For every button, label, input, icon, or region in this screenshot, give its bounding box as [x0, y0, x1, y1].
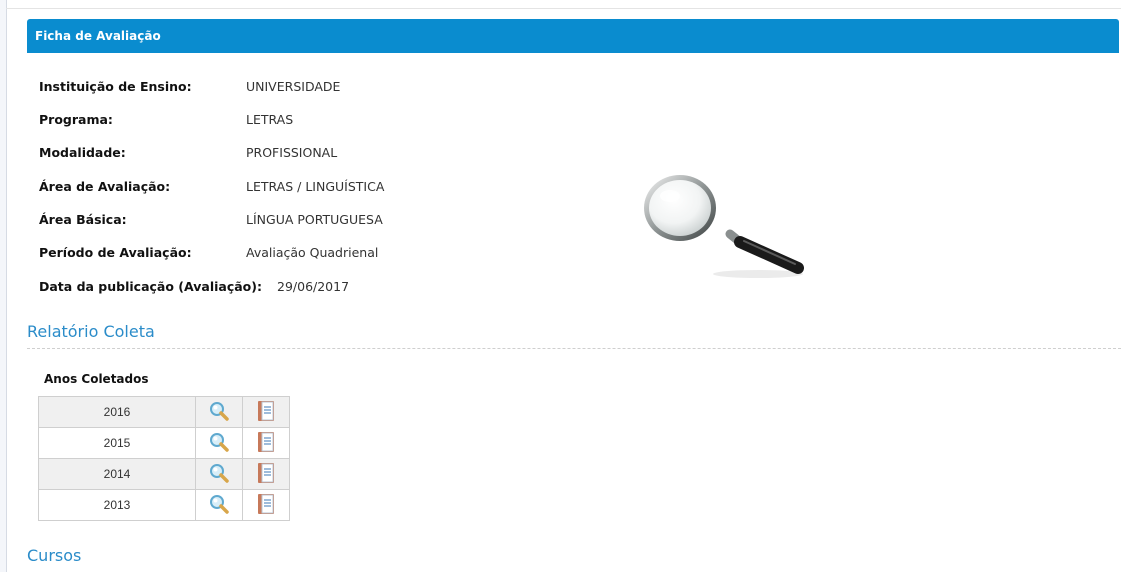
left-rail	[0, 0, 7, 572]
document-icon[interactable]	[258, 400, 274, 424]
table-row: 2014	[38, 458, 290, 490]
year-cell: 2013	[38, 489, 196, 521]
report-cell	[242, 489, 290, 521]
document-icon[interactable]	[258, 493, 274, 517]
year-cell: 2014	[38, 458, 196, 490]
view-cell	[195, 458, 243, 490]
info-label: Área Básica:	[39, 212, 127, 227]
document-icon[interactable]	[258, 462, 274, 486]
panel-header: Ficha de Avaliação	[27, 19, 1119, 53]
info-label: Modalidade:	[39, 145, 126, 160]
info-value: UNIVERSIDADE	[246, 79, 341, 94]
table-row: 2013	[38, 489, 290, 521]
info-value: LÍNGUA PORTUGUESA	[246, 212, 383, 227]
view-cell	[195, 396, 243, 428]
search-icon[interactable]	[208, 462, 230, 487]
info-label: Data da publicação (Avaliação):	[39, 279, 262, 294]
report-cell	[242, 396, 290, 428]
section-divider	[27, 348, 1121, 349]
info-value: 29/06/2017	[277, 279, 350, 294]
top-divider	[6, 8, 1121, 9]
search-icon[interactable]	[208, 400, 230, 425]
anos-coletados-caption: Anos Coletados	[44, 372, 149, 386]
search-icon[interactable]	[208, 431, 230, 456]
report-cell	[242, 458, 290, 490]
report-cell	[242, 427, 290, 459]
year-cell: 2015	[38, 427, 196, 459]
year-cell: 2016	[38, 396, 196, 428]
table-row: 2015	[38, 427, 290, 459]
search-icon[interactable]	[208, 493, 230, 518]
info-label: Área de Avaliação:	[39, 179, 171, 194]
cursos-title: Cursos	[27, 546, 82, 565]
info-value: PROFISSIONAL	[246, 145, 338, 160]
info-value: LETRAS / LINGUÍSTICA	[246, 179, 385, 194]
magnifying-glass-icon	[640, 170, 810, 284]
info-label: Período de Avaliação:	[39, 245, 192, 260]
relatorio-coleta-title: Relatório Coleta	[27, 322, 155, 341]
document-icon[interactable]	[258, 431, 274, 455]
info-value: Avaliação Quadrienal	[246, 245, 379, 260]
info-label: Instituição de Ensino:	[39, 79, 192, 94]
panel-title: Ficha de Avaliação	[35, 29, 161, 43]
info-value: LETRAS	[246, 112, 294, 127]
view-cell	[195, 427, 243, 459]
table-row: 2016	[38, 396, 290, 428]
info-label: Programa:	[39, 112, 113, 127]
view-cell	[195, 489, 243, 521]
anos-coletados-table: 2016 2015 2014 2013	[38, 396, 290, 521]
